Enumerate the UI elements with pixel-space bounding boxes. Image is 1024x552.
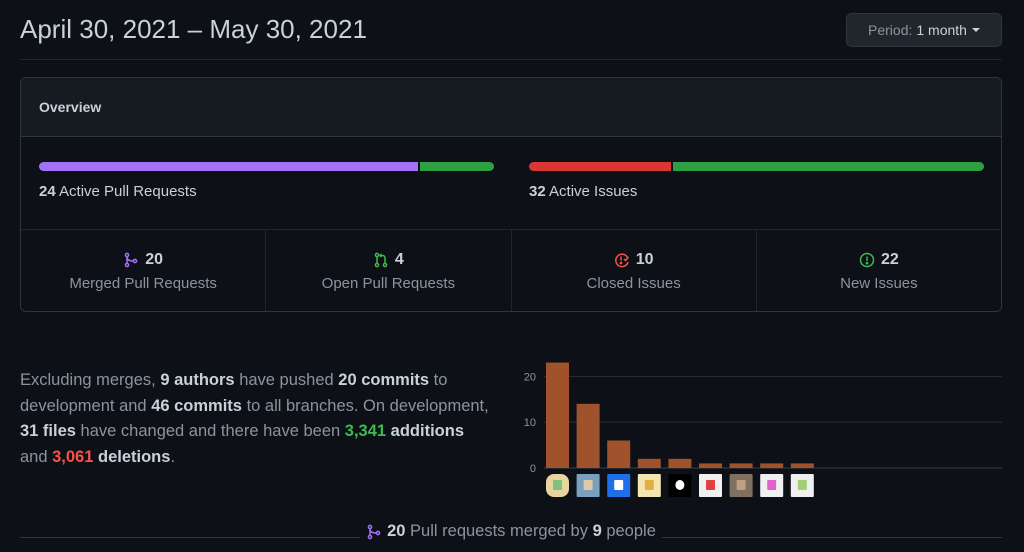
additions-count: 3,341: [344, 422, 387, 440]
overview-box: Overview 24 Active Pull Requests 32 Acti…: [20, 77, 1002, 312]
stat-label: Closed Issues: [586, 274, 681, 292]
commits-development: 20 commits: [338, 371, 430, 389]
closed-segment: [529, 162, 672, 171]
period-value: 1 month: [916, 22, 967, 38]
stat-value: 4: [394, 250, 404, 268]
summary-text: and: [20, 447, 53, 466]
avatar-author-7[interactable]: [729, 474, 753, 497]
active-pull-requests-label: 24 Active Pull Requests: [39, 183, 494, 200]
contributors-bar-chart: 0 10 20: [524, 362, 1002, 497]
merged-pr-footer: 20 Pull requests merged by 9 people: [20, 520, 1002, 544]
summary-text: Excluding merges,: [20, 371, 161, 389]
avatar-author-1[interactable]: [546, 474, 569, 497]
git-merge-icon: [124, 252, 138, 267]
people-count: 9: [592, 522, 602, 540]
stat-value: 10: [635, 250, 654, 268]
stat-value: 20: [145, 250, 164, 268]
bar-author-5[interactable]: [668, 458, 692, 468]
additions-label: additions: [386, 422, 464, 440]
avatar-author-3[interactable]: [607, 474, 631, 497]
summary-text: .: [170, 447, 176, 466]
footer-text: Pull requests merged by: [405, 522, 593, 540]
new-segment: [673, 162, 984, 171]
deletions-label: deletions: [93, 447, 171, 466]
active-pr-text: Active Pull Requests: [59, 183, 197, 200]
stat-closed-issues[interactable]: 10 Closed Issues: [512, 229, 757, 311]
issue-opened-icon: [859, 252, 875, 267]
open-segment: [420, 162, 494, 171]
merged-count: 20: [387, 522, 406, 540]
commits-all-branches: 46 commits: [151, 396, 242, 415]
avatar-author-9[interactable]: [790, 474, 814, 497]
avatar-author-8[interactable]: [760, 474, 784, 497]
footer-text: people: [601, 522, 656, 540]
date-range-title: April 30, 2021 – May 30, 2021: [20, 14, 367, 44]
files-changed: 31 files: [20, 422, 76, 440]
stat-label: Merged Pull Requests: [69, 274, 217, 292]
y-tick-label: 20: [524, 371, 536, 383]
activity-bars: 24 Active Pull Requests 32 Active Issues: [21, 137, 1001, 230]
active-issues-label: 32 Active Issues: [529, 183, 984, 200]
stats-row: 20 Merged Pull Requests 4 Open Pull Requ…: [21, 229, 1001, 311]
bar-author-1[interactable]: [546, 362, 569, 468]
bar-author-6[interactable]: [699, 463, 722, 468]
authors-link[interactable]: 9 authors: [160, 371, 234, 389]
bar-author-7[interactable]: [729, 463, 753, 468]
summary-text: have pushed: [234, 371, 339, 389]
stat-label: Open Pull Requests: [321, 274, 456, 292]
avatar-author-2[interactable]: [576, 474, 600, 497]
avatar-author-4[interactable]: [637, 474, 661, 497]
active-pr-count: 24: [39, 183, 56, 200]
y-tick-label: 0: [530, 463, 536, 475]
issue-closed-icon: [614, 252, 629, 267]
page-header: April 30, 2021 – May 30, 2021 Period: 1 …: [20, 0, 1002, 60]
active-issues-count: 32: [529, 183, 546, 200]
caret-down-icon: [971, 28, 980, 32]
stat-merged-pull-requests[interactable]: 20 Merged Pull Requests: [21, 229, 267, 311]
bar-author-3[interactable]: [607, 440, 631, 469]
bar-author-8[interactable]: [760, 463, 784, 468]
period-dropdown-button[interactable]: Period: 1 month: [846, 13, 1002, 47]
merged-segment: [39, 162, 418, 171]
issues-summary[interactable]: 32 Active Issues: [529, 162, 984, 200]
stat-open-pull-requests[interactable]: 4 Open Pull Requests: [266, 229, 512, 311]
stat-label: New Issues: [840, 274, 918, 292]
issues-progress-bar: [529, 162, 984, 171]
stat-value: 22: [880, 250, 899, 268]
bar-author-4[interactable]: [637, 458, 661, 468]
bar-author-2[interactable]: [576, 403, 600, 468]
avatar-author-6[interactable]: [699, 474, 722, 497]
summary-text: to all branches. On development,: [241, 396, 489, 415]
period-label: Period:: [868, 22, 913, 38]
git-merge-icon: [367, 524, 381, 539]
pull-requests-summary[interactable]: 24 Active Pull Requests: [39, 162, 494, 200]
commit-summary: Excluding merges, 9 authors have pushed …: [20, 368, 490, 470]
deletions-count: 3,061: [52, 447, 94, 466]
git-pull-request-icon: [374, 252, 388, 267]
active-issues-text: Active Issues: [549, 183, 638, 200]
y-tick-label: 10: [524, 417, 536, 429]
pull-requests-progress-bar: [39, 162, 494, 171]
bar-author-9[interactable]: [790, 463, 814, 468]
summary-text: have changed and there have been: [75, 422, 345, 440]
avatar-author-5[interactable]: [668, 474, 692, 497]
overview-heading: Overview: [21, 78, 1001, 137]
stat-new-issues[interactable]: 22 New Issues: [757, 229, 1001, 311]
